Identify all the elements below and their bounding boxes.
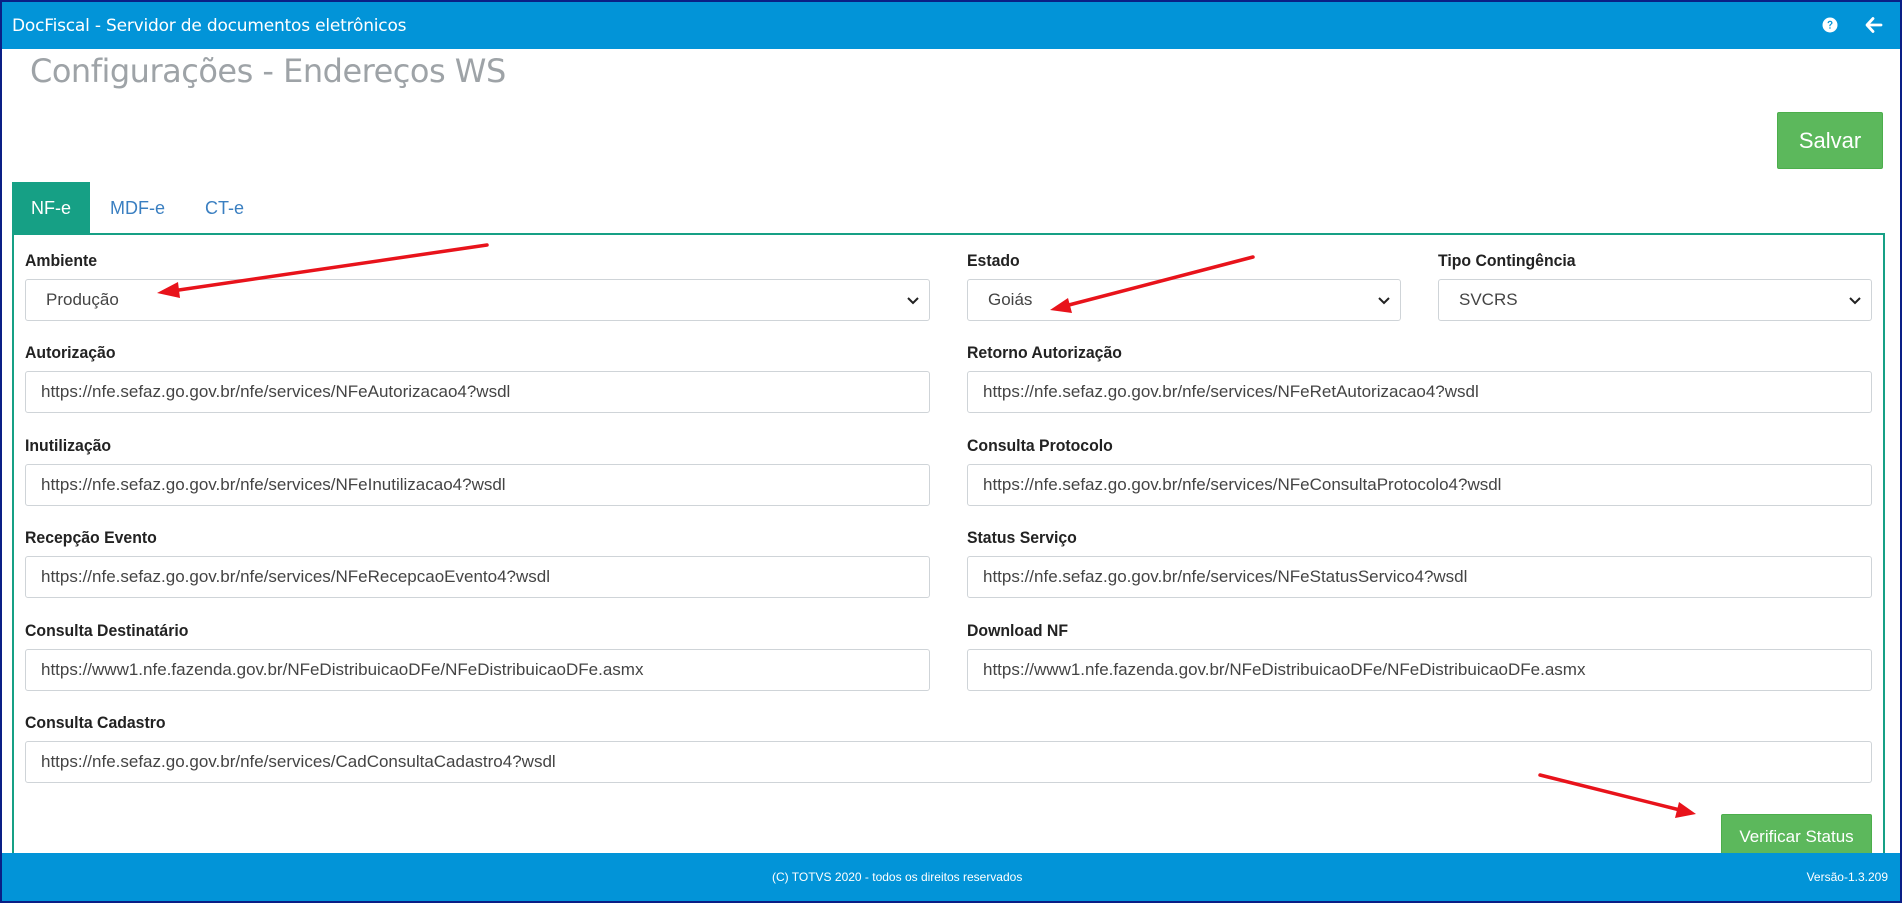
tab-nfe[interactable]: NF-e (12, 182, 90, 234)
tab-mdfe[interactable]: MDF-e (90, 182, 185, 234)
ambiente-value: Produção (46, 290, 119, 309)
save-button[interactable]: Salvar (1777, 112, 1883, 169)
status-servico-label: Status Serviço (967, 528, 1077, 547)
consulta-cadastro-input[interactable]: https://nfe.sefaz.go.gov.br/nfe/services… (25, 741, 1872, 783)
footer-version: Versão-1.3.209 (1806, 870, 1888, 884)
inutilizacao-label: Inutilização (25, 436, 112, 455)
app-footer: (C) TOTVS 2020 - todos os direitos reser… (2, 853, 1900, 901)
arrow-left-icon[interactable] (1863, 14, 1885, 36)
ambiente-label: Ambiente (25, 251, 98, 270)
download-nf-label: Download NF (967, 621, 1069, 640)
download-nf-input[interactable]: https://www1.nfe.fazenda.gov.br/NFeDistr… (967, 649, 1872, 691)
tab-cte[interactable]: CT-e (185, 182, 264, 234)
recepcao-evento-label: Recepção Evento (25, 528, 157, 547)
estado-select[interactable]: Goiás (967, 279, 1401, 321)
retorno-autorizacao-input[interactable]: https://nfe.sefaz.go.gov.br/nfe/services… (967, 371, 1872, 413)
autorizacao-label: Autorização (25, 343, 116, 362)
consulta-protocolo-input[interactable]: https://nfe.sefaz.go.gov.br/nfe/services… (967, 464, 1872, 506)
tipo-contingencia-value: SVCRS (1459, 290, 1518, 309)
consulta-destinatario-label: Consulta Destinatário (25, 621, 189, 640)
consulta-cadastro-label: Consulta Cadastro (25, 713, 166, 732)
chevron-down-icon (907, 297, 919, 305)
retorno-autorizacao-label: Retorno Autorização (967, 343, 1122, 362)
tab-bar: NF-e MDF-e CT-e (12, 182, 264, 234)
autorizacao-input[interactable]: https://nfe.sefaz.go.gov.br/nfe/services… (25, 371, 930, 413)
estado-label: Estado (967, 251, 1020, 270)
footer-copyright: (C) TOTVS 2020 - todos os direitos reser… (772, 870, 1023, 884)
tipo-contingencia-label: Tipo Contingência (1438, 251, 1576, 270)
tipo-contingencia-select[interactable]: SVCRS (1438, 279, 1872, 321)
ambiente-select[interactable]: Produção (25, 279, 930, 321)
question-circle-icon[interactable] (1819, 14, 1841, 36)
inutilizacao-input[interactable]: https://nfe.sefaz.go.gov.br/nfe/services… (25, 464, 930, 506)
consulta-protocolo-label: Consulta Protocolo (967, 436, 1113, 455)
status-servico-input[interactable]: https://nfe.sefaz.go.gov.br/nfe/services… (967, 556, 1872, 598)
page-title: Configurações - Endereços WS (30, 52, 506, 90)
chevron-down-icon (1378, 297, 1390, 305)
app-title: DocFiscal - Servidor de documentos eletr… (12, 16, 407, 36)
estado-value: Goiás (988, 290, 1033, 309)
consulta-destinatario-input[interactable]: https://www1.nfe.fazenda.gov.br/NFeDistr… (25, 649, 930, 691)
app-header: DocFiscal - Servidor de documentos eletr… (2, 2, 1900, 49)
chevron-down-icon (1849, 297, 1861, 305)
recepcao-evento-input[interactable]: https://nfe.sefaz.go.gov.br/nfe/services… (25, 556, 930, 598)
